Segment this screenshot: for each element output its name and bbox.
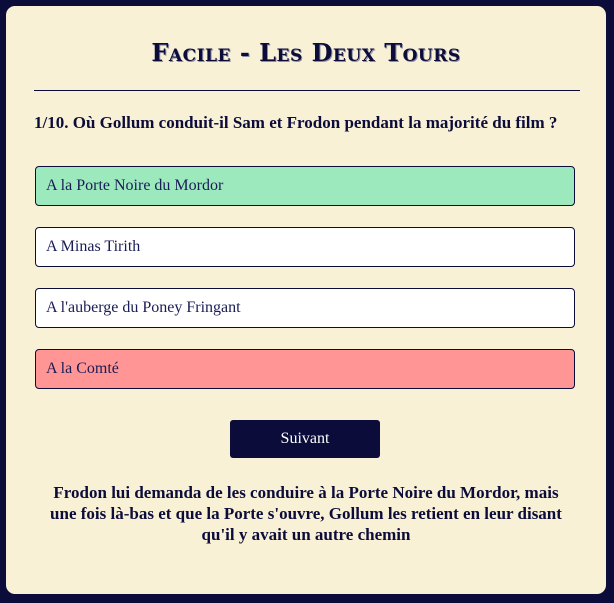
answer-option-3[interactable]: A l'auberge du Poney Fringant	[35, 288, 575, 328]
answer-option-1[interactable]: A la Porte Noire du Mordor	[35, 166, 575, 206]
answer-option-label: A la Porte Noire du Mordor	[46, 177, 224, 194]
answer-option-label: A la Comté	[46, 360, 119, 377]
quiz-card: Facile - Les Deux Tours 1/10. Où Gollum …	[6, 6, 606, 594]
title-divider	[34, 90, 580, 91]
quiz-title: Facile - Les Deux Tours	[151, 38, 461, 67]
answer-option-4[interactable]: A la Comté	[35, 349, 575, 389]
next-button[interactable]: Suivant	[230, 420, 380, 458]
answer-option-label: A Minas Tirith	[46, 238, 141, 255]
answer-option-2[interactable]: A Minas Tirith	[35, 227, 575, 267]
question-text: 1/10. Où Gollum conduit-il Sam et Frodon…	[34, 113, 558, 132]
answer-explanation: Frodon lui demanda de les conduire à la …	[50, 483, 562, 544]
answer-option-label: A l'auberge du Poney Fringant	[46, 299, 241, 316]
